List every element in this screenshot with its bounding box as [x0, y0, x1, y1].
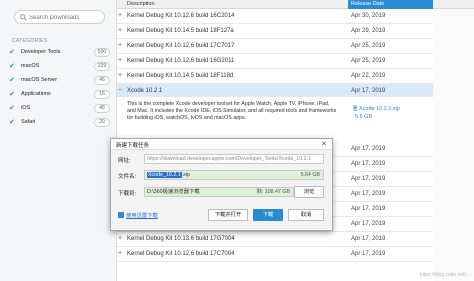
row-description: Kernel Debug Kit 10.14.5 build 18F127a: [127, 28, 234, 34]
row-date: Apr 29, 2019: [351, 28, 386, 34]
row-description: Kernel Debug Kit 10.13.6 build 17G7004: [127, 236, 235, 242]
filename-size: 5.64 GB: [300, 172, 320, 178]
row-date: Apr 17, 2019: [351, 161, 386, 167]
table-row[interactable]: + Kernel Debug Kit 10.12.6 build 17C7004…: [117, 247, 433, 262]
row-date: Apr 17, 2019: [351, 176, 386, 182]
category-macos-server[interactable]: ✔ macOS Server 46: [9, 75, 112, 87]
column-header-description[interactable]: Description: [127, 1, 155, 7]
category-count-badge: 16: [94, 90, 110, 99]
thunder-icon: [118, 212, 124, 218]
row-date: Apr 17, 2019: [351, 206, 386, 212]
row-date: Apr 17, 2019: [351, 251, 386, 257]
use-thunder-link[interactable]: 使用迅雷下载: [118, 211, 158, 219]
download-file-link[interactable]: 🗎 Xcode 10.2.1.xip: [353, 105, 400, 114]
browse-button[interactable]: 浏览: [294, 186, 324, 198]
category-count-badge: 229: [94, 62, 110, 71]
new-download-dialog: 新建下载任务 ✕ 网址: https://download.developer.…: [110, 138, 333, 231]
table-row[interactable]: + Kernel Debug Kit 10.12.6 build 16G2011…: [117, 54, 433, 69]
search-input[interactable]: [29, 13, 103, 22]
expand-plus-icon[interactable]: +: [118, 235, 122, 242]
collapse-minus-icon[interactable]: −: [118, 87, 122, 94]
dialog-title: 新建下载任务: [116, 143, 150, 149]
details-description: This is the complete Xcode developer too…: [127, 101, 337, 121]
expand-plus-icon[interactable]: +: [118, 12, 122, 19]
expand-plus-icon[interactable]: +: [118, 57, 122, 64]
category-applications[interactable]: ✔ Applications 16: [9, 89, 112, 101]
row-description: Kernel Debug Kit 10.12.6 build 17C7004: [127, 251, 235, 257]
row-date: Apr 25, 2019: [351, 43, 386, 49]
row-description: Kernel Debug Kit 10.12.6 build 16C2014: [127, 13, 235, 19]
category-label: Applications: [21, 91, 51, 97]
category-count-badge: 20: [94, 118, 110, 127]
table-row[interactable]: + Kernel Debug Kit 10.14.5 build 18F127a…: [117, 24, 433, 39]
filename-selected-text: Xcode_10.2.1: [147, 172, 182, 178]
search-icon: [20, 14, 27, 21]
table-header: Description Release Date: [117, 0, 474, 9]
download-button[interactable]: 下载: [253, 209, 283, 221]
dialog-titlebar: 新建下载任务 ✕: [111, 139, 332, 150]
expand-plus-icon[interactable]: +: [118, 250, 122, 257]
row-date: Apr 25, 2019: [351, 58, 386, 64]
column-header-release-date[interactable]: Release Date: [348, 0, 433, 9]
category-label: macOS: [21, 63, 40, 69]
table-row[interactable]: + Kernel Debug Kit 10.14.5 build 18F118d…: [117, 69, 433, 84]
checkbox-checked-icon[interactable]: ✔: [9, 63, 16, 70]
table-row[interactable]: + Kernel Debug Kit 10.12.6 build 17C7017…: [117, 39, 433, 54]
category-macos[interactable]: ✔ macOS 229: [9, 61, 112, 73]
row-date: Apr 30, 2019: [351, 13, 386, 19]
url-label: 网址:: [118, 158, 131, 164]
cancel-button[interactable]: 取消: [288, 209, 324, 221]
row-description: Kernel Debug Kit 10.12.6 build 16G2011: [127, 58, 235, 64]
row-date: Apr 17, 2019: [351, 236, 386, 242]
save-path-value: D:\360极速浏览器下载: [147, 189, 200, 195]
category-developer-tools[interactable]: ✔ Developer Tools 500: [9, 47, 112, 59]
save-path-field[interactable]: D:\360极速浏览器下载 剩: 108.47 GB: [144, 187, 294, 197]
row-date: Apr 17, 2019: [351, 191, 386, 197]
search-box[interactable]: [14, 10, 105, 24]
sidebar: CATEGORIES ✔ Developer Tools 500 ✔ macOS…: [0, 0, 117, 281]
row-date: Apr 17, 2019: [351, 146, 386, 152]
category-label: Developer Tools: [21, 49, 61, 55]
use-thunder-label[interactable]: 使用迅雷下载: [126, 213, 158, 219]
category-label: macOS Server: [21, 77, 58, 83]
filename-extension: .xip: [181, 172, 190, 178]
watermark: https://blog.csdn.net/...: [419, 272, 470, 278]
category-ios[interactable]: ✔ iOS 48: [9, 103, 112, 115]
row-date: Apr 17, 2019: [351, 88, 386, 94]
download-and-open-button[interactable]: 下载并打开: [208, 209, 248, 221]
row-details: This is the complete Xcode developer too…: [117, 97, 433, 135]
row-date: Apr 17, 2019: [351, 221, 386, 227]
url-field[interactable]: https://download.developer.apple.com/Dev…: [144, 154, 324, 164]
category-count-badge: 48: [94, 104, 110, 113]
expand-plus-icon[interactable]: +: [118, 42, 122, 49]
checkbox-checked-icon[interactable]: ✔: [9, 77, 16, 84]
table-row[interactable]: + Kernel Debug Kit 10.12.6 build 16C2014…: [117, 9, 433, 24]
filename-label: 文件名:: [118, 174, 137, 180]
file-name[interactable]: Xcode 10.2.1.xip: [359, 106, 400, 112]
free-space: 剩: 108.47 GB: [256, 189, 290, 195]
expand-plus-icon[interactable]: +: [118, 27, 122, 34]
row-description: Kernel Debug Kit 10.14.5 build 18F118d: [127, 73, 234, 79]
close-icon[interactable]: ✕: [321, 140, 327, 148]
table-row[interactable]: + Kernel Debug Kit 10.13.6 build 17G7004…: [117, 232, 433, 247]
category-count-badge: 46: [94, 76, 110, 85]
checkbox-checked-icon[interactable]: ✔: [9, 105, 16, 112]
scroll-area[interactable]: [433, 9, 474, 281]
category-label: Safari: [21, 119, 36, 125]
checkbox-checked-icon[interactable]: ✔: [9, 119, 16, 126]
document-icon: 🗎: [353, 106, 358, 112]
path-label: 下载到:: [118, 191, 137, 197]
row-description: Kernel Debug Kit 10.12.6 build 17C7017: [127, 43, 235, 49]
category-label: iOS: [21, 105, 31, 111]
category-count-badge: 500: [94, 48, 110, 57]
checkbox-checked-icon[interactable]: ✔: [9, 49, 16, 56]
checkbox-checked-icon[interactable]: ✔: [9, 91, 16, 98]
category-safari[interactable]: ✔ Safari 20: [9, 117, 112, 129]
expand-plus-icon[interactable]: +: [118, 72, 122, 79]
filename-field[interactable]: Xcode_10.2.1.xip 5.64 GB: [144, 170, 324, 180]
row-date: Apr 22, 2019: [351, 73, 386, 79]
file-size: 5.6 GB: [355, 114, 373, 120]
row-description: Xcode 10.2.1: [127, 88, 163, 94]
categories-title: CATEGORIES: [12, 38, 48, 44]
